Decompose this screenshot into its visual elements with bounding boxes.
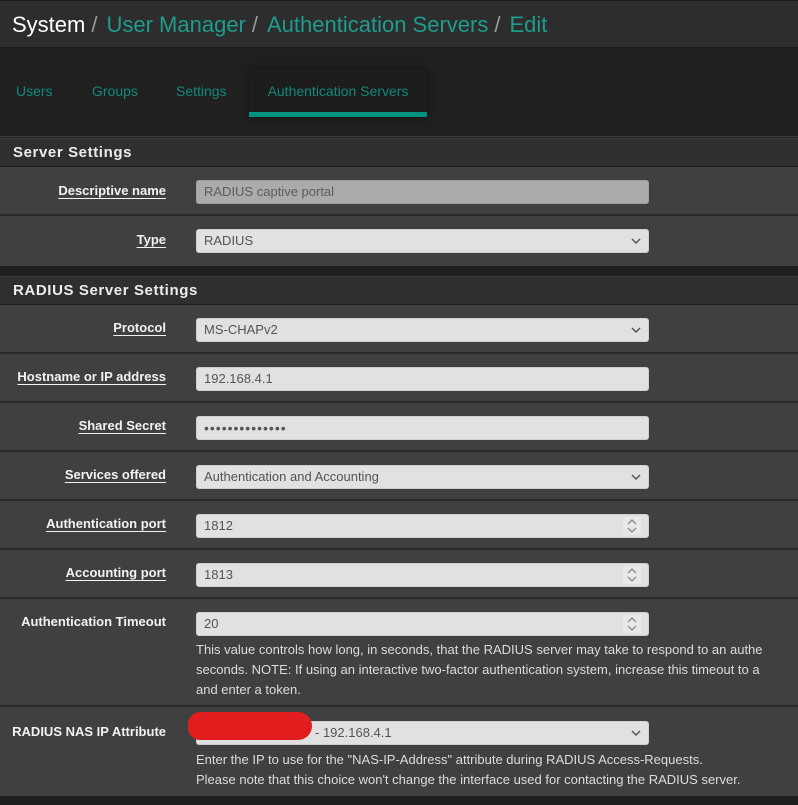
descriptive-name-label: Descriptive name <box>58 183 166 198</box>
hostname-label: Hostname or IP address <box>17 369 166 384</box>
help-line: and enter a token. <box>196 682 301 697</box>
redaction-mark <box>188 712 312 740</box>
protocol-select[interactable]: MS-CHAPv2 <box>196 318 649 342</box>
protocol-value: MS-CHAPv2 <box>204 322 278 337</box>
auth-timeout-input[interactable]: 20 <box>196 612 649 636</box>
breadcrumb-user-manager[interactable]: User Manager <box>106 12 245 37</box>
chevron-down-icon <box>631 474 641 481</box>
services-offered-value: Authentication and Accounting <box>204 469 379 484</box>
server-settings-header: Server Settings <box>0 138 798 167</box>
shared-secret-input[interactable]: •••••••••••••• <box>196 416 649 440</box>
protocol-label: Protocol <box>113 320 166 335</box>
page-footer-strip <box>0 796 798 805</box>
auth-port-label: Authentication port <box>46 516 166 531</box>
tab-users[interactable]: Users <box>16 69 53 117</box>
spinner-arrows-icon[interactable] <box>623 517 641 535</box>
type-value: RADIUS <box>204 233 254 248</box>
breadcrumb-separator: / <box>251 12 258 37</box>
nas-ip-value: - 192.168.4.1 <box>315 725 392 740</box>
breadcrumb-authentication-servers[interactable]: Authentication Servers <box>267 12 488 37</box>
type-row: Type RADIUS <box>0 216 798 266</box>
help-line: Enter the IP to use for the "NAS-IP-Addr… <box>196 752 703 767</box>
descriptive-name-row: Descriptive name RADIUS captive portal <box>0 167 798 216</box>
chevron-down-icon <box>631 730 641 737</box>
tab-authentication-servers[interactable]: Authentication Servers <box>249 69 427 117</box>
help-line: Please note that this choice won't chang… <box>196 772 741 787</box>
section-title: Server Settings <box>13 144 133 161</box>
breadcrumb-separator: / <box>494 12 501 37</box>
breadcrumb-edit[interactable]: Edit <box>509 12 547 37</box>
acct-port-input[interactable]: 1813 <box>196 563 649 587</box>
shared-secret-row: Shared Secret •••••••••••••• <box>0 403 798 452</box>
auth-timeout-row: Authentication Timeout 20 This value con… <box>0 599 798 707</box>
type-label: Type <box>136 232 166 247</box>
page-header: System / User Manager / Authentication Serve… <box>0 0 798 48</box>
type-select[interactable]: RADIUS <box>196 229 649 253</box>
hostname-input[interactable]: 192.168.4.1 <box>196 367 649 391</box>
services-offered-select[interactable]: Authentication and Accounting <box>196 465 649 489</box>
acct-port-value: 1813 <box>204 567 233 582</box>
acct-port-label: Accounting port <box>65 565 166 580</box>
auth-port-row: Authentication port 1812 <box>0 501 798 550</box>
help-line: seconds. NOTE: If using an interactive t… <box>196 662 760 677</box>
help-line: This value controls how long, in seconds… <box>196 642 763 657</box>
breadcrumb: System / User Manager / Authentication Serve… <box>12 12 547 38</box>
nas-ip-label: RADIUS NAS IP Attribute <box>12 724 166 739</box>
tab-groups[interactable]: Groups <box>92 69 138 117</box>
services-offered-row: Services offered Authentication and Acco… <box>0 452 798 501</box>
radius-settings-header: RADIUS Server Settings <box>0 276 798 305</box>
breadcrumb-separator: / <box>91 12 98 37</box>
breadcrumb-system: System <box>12 12 86 37</box>
spinner-arrows-icon[interactable] <box>623 566 641 584</box>
services-offered-label: Services offered <box>64 467 166 482</box>
acct-port-row: Accounting port 1813 <box>0 550 798 599</box>
nas-ip-row: RADIUS NAS IP Attribute - 192.168.4.1 En… <box>0 707 798 796</box>
auth-port-input[interactable]: 1812 <box>196 514 649 538</box>
shared-secret-label: Shared Secret <box>78 418 166 433</box>
tab-settings[interactable]: Settings <box>176 69 227 117</box>
protocol-row: Protocol MS-CHAPv2 <box>0 305 798 354</box>
descriptive-name-input[interactable]: RADIUS captive portal <box>196 180 649 204</box>
spinner-arrows-icon[interactable] <box>623 615 641 633</box>
auth-timeout-help: This value controls how long, in seconds… <box>196 640 763 700</box>
auth-port-value: 1812 <box>204 518 233 533</box>
section-title: RADIUS Server Settings <box>13 282 198 299</box>
auth-timeout-value: 20 <box>204 616 219 631</box>
chevron-down-icon <box>631 327 641 334</box>
chevron-down-icon <box>631 238 641 245</box>
tab-bar: Users Groups Settings Authentication Ser… <box>0 49 798 137</box>
auth-timeout-label: Authentication Timeout <box>21 614 166 629</box>
hostname-row: Hostname or IP address 192.168.4.1 <box>0 354 798 403</box>
nas-ip-help: Enter the IP to use for the "NAS-IP-Addr… <box>196 750 740 790</box>
